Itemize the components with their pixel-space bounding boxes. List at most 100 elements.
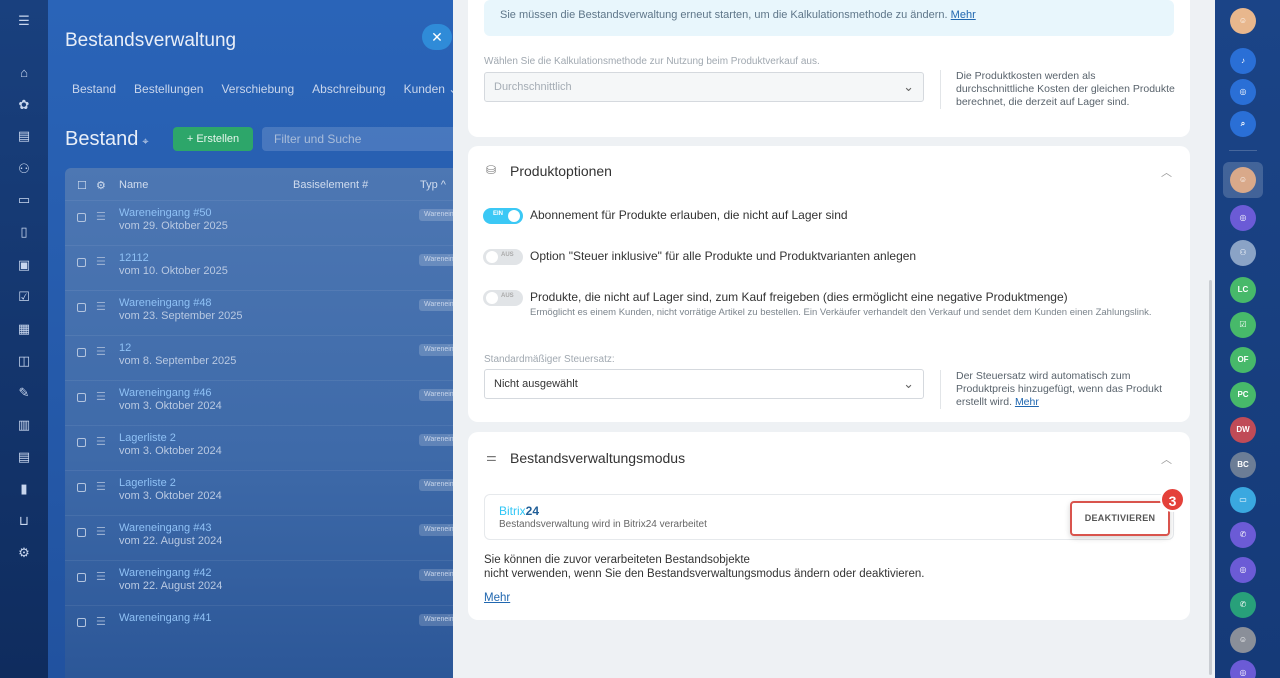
home-icon[interactable]: ⌂ <box>16 65 32 81</box>
pen-icon[interactable]: ✎ <box>16 385 32 401</box>
chevron-up-icon[interactable]: ︿ <box>1161 451 1172 467</box>
row-checkbox[interactable] <box>77 438 86 447</box>
row-checkbox[interactable] <box>77 393 86 402</box>
drag-handle-icon[interactable]: ☰ <box>96 390 106 403</box>
select-all-checkbox[interactable]: ☐ <box>77 179 87 192</box>
drag-handle-icon[interactable]: ☰ <box>96 570 106 583</box>
chat-of[interactable]: OF <box>1230 347 1256 373</box>
row-checkbox[interactable] <box>77 573 86 582</box>
drag-handle-icon[interactable]: ☰ <box>96 480 106 493</box>
row-checkbox[interactable] <box>77 483 86 492</box>
analytics-icon[interactable]: ▮ <box>16 481 32 497</box>
bell-icon[interactable]: ♪ <box>1230 48 1256 74</box>
create-button[interactable]: + Erstellen <box>173 127 253 151</box>
table-row[interactable]: ☰ Wareneingang #48 vom 23. September 2025 W… <box>65 290 468 335</box>
calc-method-select[interactable]: Durchschnittlich ⌄ <box>484 72 924 102</box>
copilot-chat-icon[interactable]: ◎ <box>1230 205 1256 231</box>
storage-icon[interactable]: ▥ <box>16 417 32 433</box>
row-checkbox[interactable] <box>77 348 86 357</box>
gear-icon[interactable]: ⚙ <box>96 179 106 192</box>
toggle-subscription[interactable]: EIN <box>483 208 523 224</box>
row-checkbox[interactable] <box>77 258 86 267</box>
group-avatar[interactable]: ⚇ <box>1230 240 1256 266</box>
phone-green-icon[interactable]: ✆ <box>1230 592 1256 618</box>
tab-kunden[interactable]: Kunden ⌄ <box>404 82 459 96</box>
col-name[interactable]: Name <box>119 179 148 191</box>
row-name[interactable]: 12 <box>119 342 131 354</box>
search-icon[interactable]: ⌕ <box>1230 111 1256 137</box>
menu-icon[interactable]: ☰ <box>16 13 32 29</box>
row-name[interactable]: Wareneingang #41 <box>119 612 212 624</box>
table-row[interactable]: ☰ Lagerliste 2 vom 3. Oktober 2024 Warenein… <box>65 470 468 515</box>
copilot-icon-3[interactable]: ◎ <box>1230 660 1256 678</box>
table-row[interactable]: ☰ Wareneingang #42 vom 22. August 2024 Ware… <box>65 560 468 605</box>
row-checkbox[interactable] <box>77 528 86 537</box>
tab-verschiebung[interactable]: Verschiebung <box>221 82 294 96</box>
row-name[interactable]: 12112 <box>119 252 149 264</box>
chat-icon[interactable]: ◫ <box>16 353 32 369</box>
chevron-up-icon[interactable]: ︿ <box>1161 164 1172 180</box>
drag-handle-icon[interactable]: ☰ <box>96 255 106 268</box>
panel-scrollbar[interactable] <box>1209 280 1212 675</box>
drag-handle-icon[interactable]: ☰ <box>96 300 106 313</box>
drag-handle-icon[interactable]: ☰ <box>96 615 106 628</box>
checklist-icon[interactable]: ☑ <box>1230 312 1256 338</box>
feed-icon[interactable]: ✿ <box>16 97 32 113</box>
toggle-negative-stock[interactable]: AUS <box>483 290 523 306</box>
chat-pc[interactable]: PC <box>1230 382 1256 408</box>
table-row[interactable]: ☰ Lagerliste 2 vom 3. Oktober 2024 Warenein… <box>65 425 468 470</box>
message-icon[interactable]: ▭ <box>1230 487 1256 513</box>
table-row[interactable]: ☰ Wareneingang #46 vom 3. Oktober 2024 Ware… <box>65 380 468 425</box>
tax-more-link[interactable]: Mehr <box>1015 396 1039 408</box>
chat-dw[interactable]: DW <box>1230 417 1256 443</box>
contacts-icon[interactable]: ⚇ <box>16 161 32 177</box>
crm-icon[interactable]: ▭ <box>16 192 32 208</box>
col-basis[interactable]: Basiselement # <box>293 179 368 191</box>
mail-icon[interactable]: ▤ <box>16 449 32 465</box>
table-row[interactable]: ☰ Wareneingang #41 Wareneing <box>65 605 468 650</box>
drag-handle-icon[interactable]: ☰ <box>96 210 106 223</box>
mode-more-link[interactable]: Mehr <box>484 592 510 604</box>
row-checkbox[interactable] <box>77 618 86 627</box>
table-row[interactable]: ☰ Wareneingang #43 vom 22. August 2024 Ware… <box>65 515 468 560</box>
deactivate-button[interactable]: DEAKTIVIEREN <box>1070 501 1170 536</box>
tab-abschreibung[interactable]: Abschreibung <box>312 82 385 96</box>
row-name[interactable]: Wareneingang #43 <box>119 522 212 534</box>
row-name[interactable]: Wareneingang #42 <box>119 567 212 579</box>
copilot-icon-2[interactable]: ◎ <box>1230 557 1256 583</box>
tasks-icon[interactable]: ▤ <box>16 128 32 144</box>
row-name[interactable]: Wareneingang #46 <box>119 387 212 399</box>
user-avatar[interactable]: ☺ <box>1230 8 1256 34</box>
row-checkbox[interactable] <box>77 213 86 222</box>
info-more-link[interactable]: Mehr <box>951 9 976 21</box>
row-name[interactable]: Wareneingang #48 <box>119 297 212 309</box>
calendar-icon[interactable]: ▦ <box>16 321 32 337</box>
cart-icon[interactable]: ⊔ <box>16 513 32 529</box>
table-row[interactable]: ☰ Wareneingang #50 vom 29. Oktober 2025 War… <box>65 200 468 245</box>
checkbox-icon[interactable]: ☑ <box>16 289 32 305</box>
drag-handle-icon[interactable]: ☰ <box>96 435 106 448</box>
chat-bc[interactable]: BC <box>1230 452 1256 478</box>
row-name[interactable]: Lagerliste 2 <box>119 432 176 444</box>
tab-bestellungen[interactable]: Bestellungen <box>134 82 203 96</box>
table-row[interactable]: ☰ 12 vom 8. September 2025 Wareneing <box>65 335 468 380</box>
phone-icon[interactable]: ✆ <box>1230 522 1256 548</box>
tax-rate-select[interactable]: Nicht ausgewählt ⌄ <box>484 369 924 399</box>
pin-icon[interactable]: ⌖ <box>142 136 148 148</box>
chat-lc[interactable]: LC <box>1230 277 1256 303</box>
row-checkbox[interactable] <box>77 303 86 312</box>
row-name[interactable]: Wareneingang #50 <box>119 207 212 219</box>
copilot-icon[interactable]: ◎ <box>1230 79 1256 105</box>
person-avatar[interactable]: ☺ <box>1230 627 1256 653</box>
col-typ[interactable]: Typ ^ <box>420 179 446 191</box>
close-slider-button[interactable]: ✕ <box>422 24 452 50</box>
contact-avatar[interactable]: ☺ <box>1230 167 1256 193</box>
screen-icon[interactable]: ▣ <box>16 257 32 273</box>
toggle-tax-inclusive[interactable]: AUS <box>483 249 523 265</box>
table-row[interactable]: ☰ 12112 vom 10. Oktober 2025 Wareneing <box>65 245 468 290</box>
drag-handle-icon[interactable]: ☰ <box>96 525 106 538</box>
filter-search-input[interactable]: Filter und Suche <box>262 127 468 151</box>
row-name[interactable]: Lagerliste 2 <box>119 477 176 489</box>
tab-bestand[interactable]: Bestand <box>72 82 116 96</box>
settings-icon[interactable]: ⚙ <box>16 545 32 561</box>
